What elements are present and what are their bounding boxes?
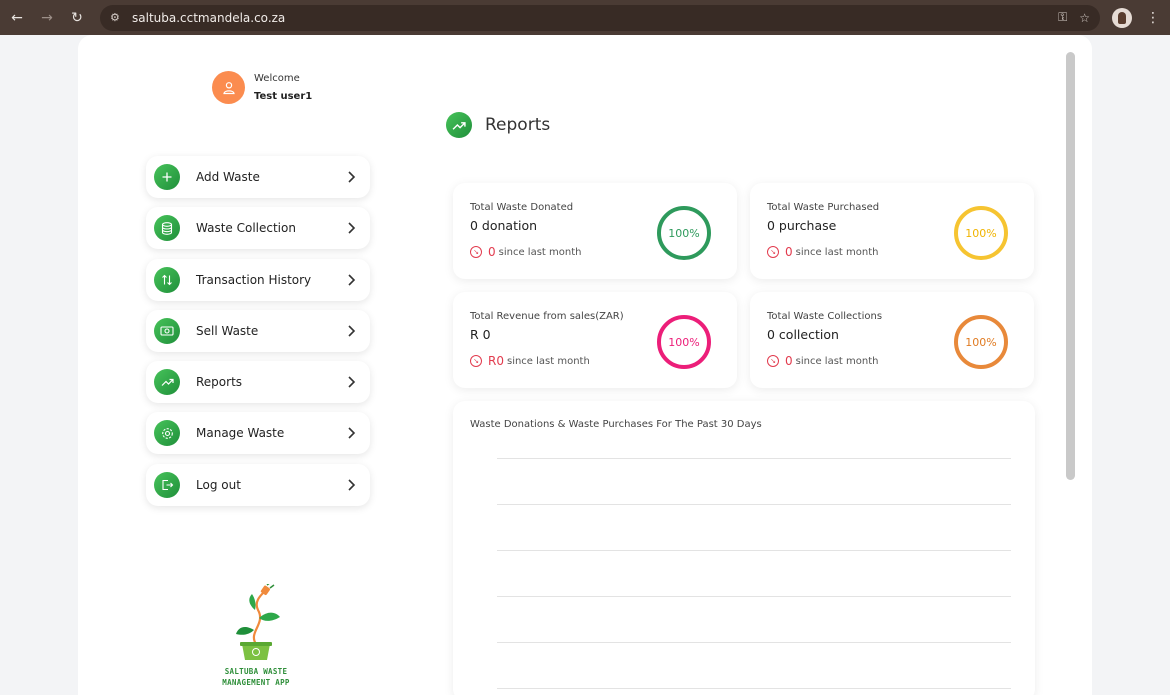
sidebar-item-reports[interactable]: Reports (146, 361, 370, 404)
sidebar-item-manage-waste[interactable]: Manage Waste (146, 412, 370, 455)
trend-down-icon: ↘ (470, 355, 482, 367)
card-value: 0 donation (470, 218, 538, 233)
forward-arrow-icon[interactable]: → (36, 7, 58, 29)
stat-card-revenue: Total Revenue from sales(ZAR) R 0 ↘ R0 s… (453, 292, 737, 388)
trend-value: 0 (488, 245, 496, 259)
chart-gridline (497, 642, 1011, 643)
sidebar-item-label: Add Waste (196, 170, 260, 184)
site-settings-icon[interactable]: ⚙ (110, 11, 126, 24)
sidebar-item-label: Waste Collection (196, 221, 296, 236)
card-value: 0 purchase (767, 218, 837, 233)
sidebar-item-label: Transaction History (196, 272, 312, 287)
sidebar-item-log-out[interactable]: Log out (146, 463, 370, 506)
trend-text: since last month (506, 355, 590, 367)
scrollbar-thumb[interactable] (1066, 52, 1075, 480)
stat-card-waste-donated: Total Waste Donated 0 donation ↘ 0 since… (453, 183, 737, 279)
trend-down-icon: ↘ (767, 355, 779, 367)
database-icon (154, 215, 180, 242)
trend-up-icon (154, 369, 180, 396)
chart-card: Waste Donations & Waste Purchases For Th… (453, 401, 1035, 695)
chevron-right-icon (348, 427, 356, 440)
card-title: Total Waste Purchased (767, 202, 880, 213)
progress-ring: 100% (954, 315, 1008, 369)
user-name: Test user1 (254, 91, 313, 102)
trend-value: 0 (785, 245, 793, 259)
trend-value: R0 (488, 354, 504, 368)
stat-card-waste-collections: Total Waste Collections 0 collection ↘ 0… (750, 292, 1034, 388)
sidebar-item-add-waste[interactable]: Add Waste (146, 156, 370, 198)
app-logo: SALTUBA WASTE MANAGEMENT APP (218, 581, 294, 688)
progress-ring: 100% (954, 206, 1008, 260)
trend-text: since last month (498, 246, 582, 258)
logout-icon (154, 471, 180, 498)
logo-text-line2: MANAGEMENT APP (222, 678, 290, 687)
card-trend: ↘ 0 since last month (767, 245, 878, 259)
card-trend: ↘ R0 since last month (470, 354, 590, 368)
page-title: Reports (485, 115, 551, 135)
chart-title: Waste Donations & Waste Purchases For Th… (470, 419, 762, 430)
sidebar-item-transaction-history[interactable]: Transaction History (146, 258, 370, 301)
sidebar-item-label: Reports (196, 375, 243, 390)
chevron-right-icon (348, 222, 356, 234)
sidebar-item-sell-waste[interactable]: Sell Waste (146, 309, 370, 352)
chart-gridline (497, 504, 1011, 505)
reports-header: Reports (446, 112, 550, 138)
trend-text: since last month (795, 246, 879, 258)
star-icon[interactable]: ☆ (1079, 11, 1090, 25)
cash-icon (154, 317, 180, 344)
user-icon (222, 81, 235, 94)
chevron-right-icon (348, 274, 356, 286)
gear-icon (154, 420, 180, 447)
welcome-label: Welcome (254, 73, 300, 84)
card-value: R 0 (470, 327, 491, 342)
sidebar-menu: Add Waste Waste Collection Transaction H… (146, 156, 370, 515)
chevron-right-icon (348, 325, 356, 337)
profile-avatar-icon[interactable] (1112, 7, 1132, 28)
chart-gridline (497, 550, 1011, 551)
sidebar-item-label: Sell Waste (196, 323, 259, 338)
chevron-right-icon (348, 479, 356, 491)
address-bar[interactable]: ⚙ saltuba.cctmandela.co.za ⚿ ☆ (100, 4, 1100, 31)
card-trend: ↘ 0 since last month (767, 354, 878, 368)
trend-down-icon: ↘ (767, 246, 779, 258)
plus-icon (154, 164, 180, 190)
more-menu-icon[interactable]: ⋮ (1146, 10, 1160, 26)
browser-toolbar: ← → ↻ ⚙ saltuba.cctmandela.co.za ⚿ ☆ ⋮ (0, 0, 1170, 35)
sidebar-item-waste-collection[interactable]: Waste Collection (146, 207, 370, 250)
plant-plug-logo-icon (236, 581, 280, 660)
reload-icon[interactable]: ↻ (66, 7, 88, 29)
key-icon[interactable]: ⚿ (1058, 10, 1067, 25)
welcome-block: Welcome Test user1 (212, 71, 312, 104)
trend-down-icon: ↘ (470, 246, 482, 258)
logo-text-line1: SALTUBA WASTE (224, 667, 288, 676)
chart-gridline (497, 596, 1011, 597)
progress-ring: 100% (657, 315, 711, 369)
swap-arrows-icon (154, 266, 180, 293)
stat-card-waste-purchased: Total Waste Purchased 0 purchase ↘ 0 sin… (750, 183, 1034, 279)
trend-text: since last month (795, 355, 879, 367)
trend-value: 0 (785, 354, 793, 368)
sidebar-item-label: Log out (196, 477, 241, 492)
card-title: Total Waste Donated (470, 202, 574, 213)
card-value: 0 collection (767, 327, 839, 342)
trend-up-icon (446, 112, 472, 138)
progress-ring: 100% (657, 206, 711, 260)
card-trend: ↘ 0 since last month (470, 245, 581, 259)
user-avatar (212, 71, 245, 104)
chart-gridline (497, 688, 1011, 689)
chevron-right-icon (348, 376, 356, 388)
card-title: Total Revenue from sales(ZAR) (470, 311, 624, 322)
chart-gridline (497, 458, 1011, 459)
back-arrow-icon[interactable]: ← (6, 7, 28, 29)
card-title: Total Waste Collections (767, 311, 883, 322)
sidebar-item-label: Manage Waste (196, 426, 285, 441)
url-text[interactable]: saltuba.cctmandela.co.za (132, 11, 1046, 25)
chevron-right-icon (348, 171, 356, 183)
